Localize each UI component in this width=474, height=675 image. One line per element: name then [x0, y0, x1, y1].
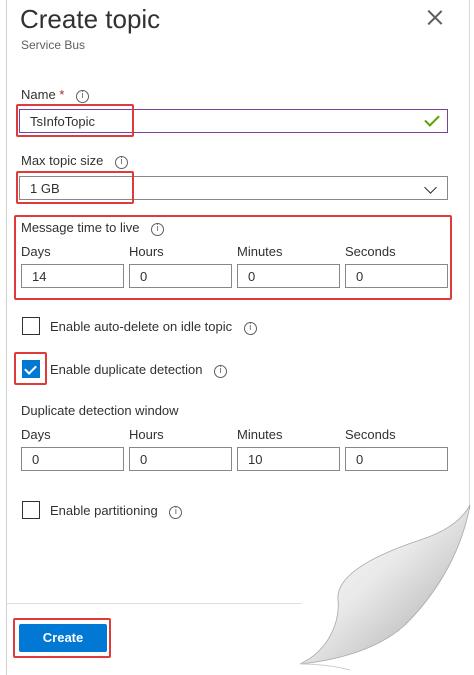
ttl-minutes-input[interactable]: 0 [237, 264, 340, 288]
ttl-minutes-label: Minutes [237, 244, 283, 259]
info-icon[interactable]: i [243, 322, 257, 335]
duplicate-detection-label: Enable duplicate detection i [50, 362, 228, 378]
name-label-text: Name [21, 87, 56, 102]
info-icon[interactable]: i [169, 506, 183, 519]
chevron-down-icon [424, 181, 437, 194]
page-title: Create topic [20, 4, 161, 34]
partitioning-checkbox[interactable] [22, 501, 40, 519]
dup-seconds-input[interactable]: 0 [345, 447, 448, 471]
info-icon[interactable]: i [151, 223, 165, 236]
max-size-label: Max topic size i [21, 153, 128, 169]
create-topic-panel: Create topic Service Bus Name * i TsInfo… [0, 0, 474, 675]
dup-minutes-input[interactable]: 10 [237, 447, 340, 471]
ttl-hours-input[interactable]: 0 [129, 264, 232, 288]
ttl-hours-label: Hours [129, 244, 164, 259]
panel-border [6, 0, 7, 675]
info-icon[interactable]: i [115, 156, 128, 169]
dup-minutes-label: Minutes [237, 427, 283, 442]
highlight-box [16, 171, 134, 204]
ttl-label-text: Message time to live [21, 220, 140, 235]
partitioning-label: Enable partitioning i [50, 503, 183, 519]
footer-divider [7, 603, 302, 604]
required-mark: * [59, 87, 65, 102]
highlight-box [16, 104, 134, 137]
ttl-seconds-input[interactable]: 0 [345, 264, 448, 288]
name-label: Name * i [21, 87, 89, 103]
ttl-days-input[interactable]: 14 [21, 264, 124, 288]
dup-seconds-label: Seconds [345, 427, 396, 442]
duplicate-detection-label-text: Enable duplicate detection [50, 362, 203, 377]
max-size-label-text: Max topic size [21, 153, 104, 168]
dup-hours-label: Hours [129, 427, 164, 442]
dup-hours-input[interactable]: 0 [129, 447, 232, 471]
page-subtitle: Service Bus [21, 38, 86, 52]
dup-days-input[interactable]: 0 [21, 447, 124, 471]
ttl-days-label: Days [21, 244, 51, 259]
info-icon[interactable]: i [76, 90, 89, 103]
partitioning-label-text: Enable partitioning [50, 503, 158, 518]
panel-border [469, 0, 470, 520]
dup-days-label: Days [21, 427, 51, 442]
info-icon[interactable]: i [214, 365, 228, 378]
ttl-seconds-label: Seconds [345, 244, 396, 259]
checkmark-icon [424, 111, 440, 127]
auto-delete-label: Enable auto-delete on idle topic i [50, 319, 257, 335]
dup-window-label: Duplicate detection window [21, 403, 179, 418]
ttl-label: Message time to live i [21, 220, 165, 236]
highlight-box [14, 352, 47, 385]
highlight-box [13, 618, 111, 658]
auto-delete-label-text: Enable auto-delete on idle topic [50, 319, 233, 334]
close-icon[interactable] [425, 8, 445, 28]
auto-delete-checkbox[interactable] [22, 317, 40, 335]
